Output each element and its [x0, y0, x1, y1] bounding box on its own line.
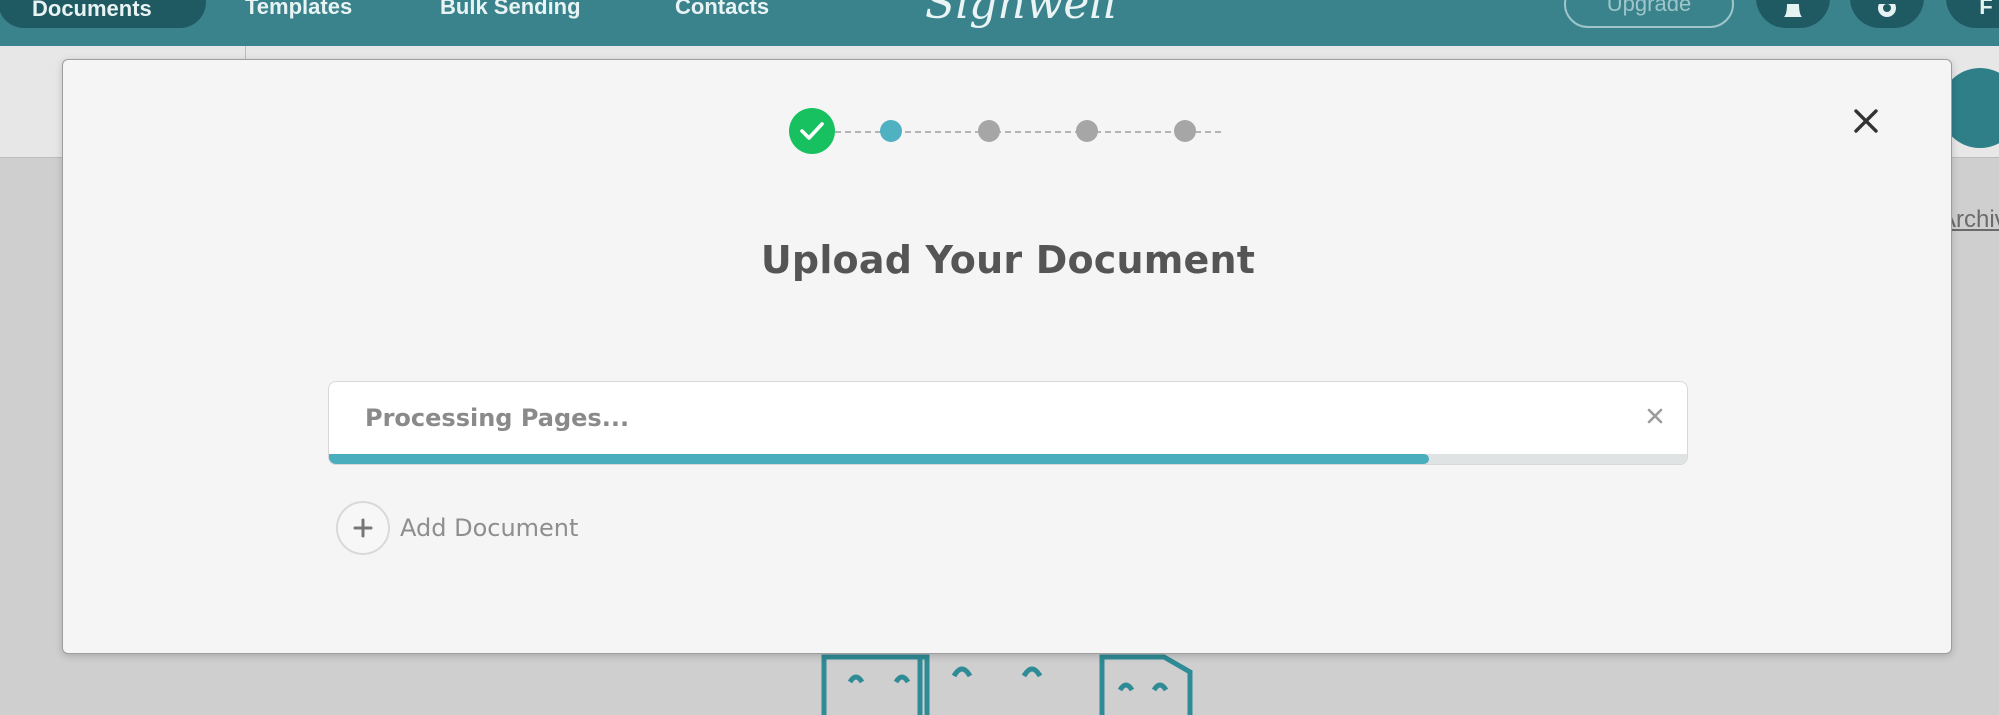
- upload-progress-fill: [329, 454, 1429, 464]
- add-document-button[interactable]: Add Document: [336, 500, 578, 556]
- nav-bulk-sending[interactable]: Bulk Sending: [440, 0, 581, 28]
- step-2-active: [880, 120, 902, 142]
- step-4-pending: [1076, 120, 1098, 142]
- nav-documents[interactable]: Documents: [0, 0, 206, 28]
- step-5-pending: [1174, 120, 1196, 142]
- avatar-initial: F: [1979, 0, 1993, 19]
- upload-progress-bar: [329, 454, 1687, 464]
- top-navigation-bar: Documents Templates Bulk Sending Contact…: [0, 0, 1999, 46]
- documents-illustration: [821, 654, 1193, 715]
- app-logo[interactable]: Signwell: [925, 0, 1118, 29]
- plus-icon: [353, 518, 373, 538]
- upgrade-button[interactable]: Upgrade: [1564, 0, 1734, 28]
- settings-button[interactable]: [1850, 0, 1924, 28]
- add-document-circle[interactable]: [336, 501, 390, 555]
- progress-stepper: [789, 108, 1221, 156]
- user-avatar[interactable]: F: [1946, 0, 1999, 28]
- upload-document-modal: Upload Your Document Processing Pages...…: [62, 59, 1952, 654]
- upload-item: Processing Pages...: [328, 381, 1688, 465]
- add-document-label: Add Document: [400, 514, 579, 542]
- nav-templates[interactable]: Templates: [245, 0, 352, 28]
- step-1-complete: [789, 108, 835, 154]
- cancel-upload-icon[interactable]: [1643, 404, 1667, 428]
- gear-icon: [1878, 4, 1896, 17]
- notifications-button[interactable]: [1756, 0, 1830, 28]
- nav-contacts[interactable]: Contacts: [675, 0, 769, 28]
- close-icon[interactable]: [1849, 104, 1883, 138]
- bell-icon: [1784, 4, 1802, 17]
- step-3-pending: [978, 120, 1000, 142]
- checkmark-icon: [800, 122, 824, 140]
- modal-title: Upload Your Document: [760, 238, 1256, 282]
- upload-status-text: Processing Pages...: [365, 404, 630, 432]
